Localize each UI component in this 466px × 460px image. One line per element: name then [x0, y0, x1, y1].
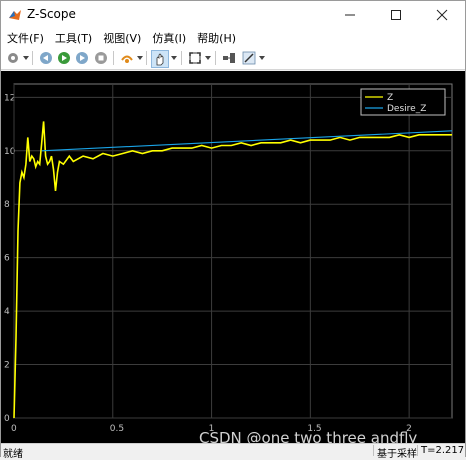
- status-bar: 就绪 基于采样 T=2.217: [1, 443, 465, 460]
- run-icon: [58, 52, 70, 64]
- zoom-fit-button[interactable]: [187, 50, 203, 66]
- title-bar[interactable]: Z-Scope: [1, 1, 465, 29]
- toolbar-separator: [146, 51, 147, 65]
- y-tick-label: 6: [4, 254, 10, 264]
- highlight-dropdown-caret[interactable]: [137, 56, 143, 60]
- y-tick-label: 4: [4, 307, 10, 317]
- minimize-icon: [345, 14, 355, 16]
- step-back-icon: [40, 52, 52, 64]
- y-tick-label: 8: [4, 200, 10, 210]
- highlight-icon: [121, 55, 133, 63]
- menu-file[interactable]: 文件(F): [1, 30, 49, 46]
- x-tick-label: 0.5: [110, 424, 124, 434]
- step-back-button[interactable]: [38, 50, 54, 66]
- step-forward-icon: [76, 52, 88, 64]
- close-button[interactable]: [419, 1, 465, 29]
- step-forward-button[interactable]: [74, 50, 90, 66]
- legend-label: Z: [387, 93, 393, 103]
- pan-icon: [156, 53, 164, 66]
- menu-view[interactable]: 视图(V): [97, 30, 146, 46]
- cursor-measure-icon: [223, 53, 235, 63]
- menu-simulation[interactable]: 仿真(I): [146, 30, 191, 46]
- status-sample-based: 基于采样: [377, 449, 417, 460]
- style-button[interactable]: [241, 50, 257, 66]
- menu-tools[interactable]: 工具(T): [49, 30, 97, 46]
- pan-button[interactable]: [151, 50, 169, 68]
- minimize-button[interactable]: [327, 1, 373, 29]
- scope-window: Z-Scope 文件(F) 工具(T) 视图(V) 仿真(I) 帮助(H) 0 …: [0, 0, 466, 460]
- maximize-button[interactable]: [373, 1, 419, 29]
- status-divider: [373, 445, 374, 456]
- toolbar-separator: [215, 51, 216, 65]
- stop-button[interactable]: [93, 50, 109, 66]
- run-button[interactable]: [56, 50, 72, 66]
- legend-label: Desire_Z: [387, 104, 426, 114]
- zoom-dropdown-caret[interactable]: [205, 56, 211, 60]
- window-title: Z-Scope: [27, 7, 76, 21]
- status-ready: 就绪: [3, 449, 23, 460]
- style-icon: [242, 51, 256, 65]
- pan-dropdown-caret[interactable]: [171, 56, 177, 60]
- y-tick-label: 0: [4, 414, 10, 424]
- maximize-icon: [391, 10, 401, 20]
- close-icon: [436, 9, 448, 21]
- cursor-measure-button[interactable]: [221, 50, 237, 66]
- status-time: T=2.217: [421, 445, 465, 456]
- status-divider: [417, 445, 418, 456]
- settings-button[interactable]: [5, 50, 21, 66]
- settings-icon: [8, 53, 18, 63]
- x-tick-label: 0: [11, 424, 17, 434]
- zoom-fit-icon: [189, 52, 201, 64]
- y-tick-label: 2: [4, 361, 10, 371]
- toolbar-separator: [32, 51, 33, 65]
- scope-chart[interactable]: 0246810120 0.5 1 1.5 2ZDesire_Z: [1, 71, 465, 443]
- toolbar: [1, 47, 465, 70]
- toolbar-separator: [113, 51, 114, 65]
- stop-icon: [95, 52, 107, 64]
- settings-dropdown-caret[interactable]: [23, 56, 29, 60]
- highlight-button[interactable]: [119, 50, 135, 66]
- menu-help[interactable]: 帮助(H): [191, 30, 241, 46]
- matlab-app-icon: [9, 10, 21, 20]
- style-dropdown-caret[interactable]: [259, 56, 265, 60]
- menu-bar: 文件(F) 工具(T) 视图(V) 仿真(I) 帮助(H): [1, 29, 465, 47]
- plot-area[interactable]: 0 2 4 6 8 10 12 0 0.5 1 1.5 2 Z Desire_Z: [1, 71, 465, 443]
- toolbar-separator: [181, 51, 182, 65]
